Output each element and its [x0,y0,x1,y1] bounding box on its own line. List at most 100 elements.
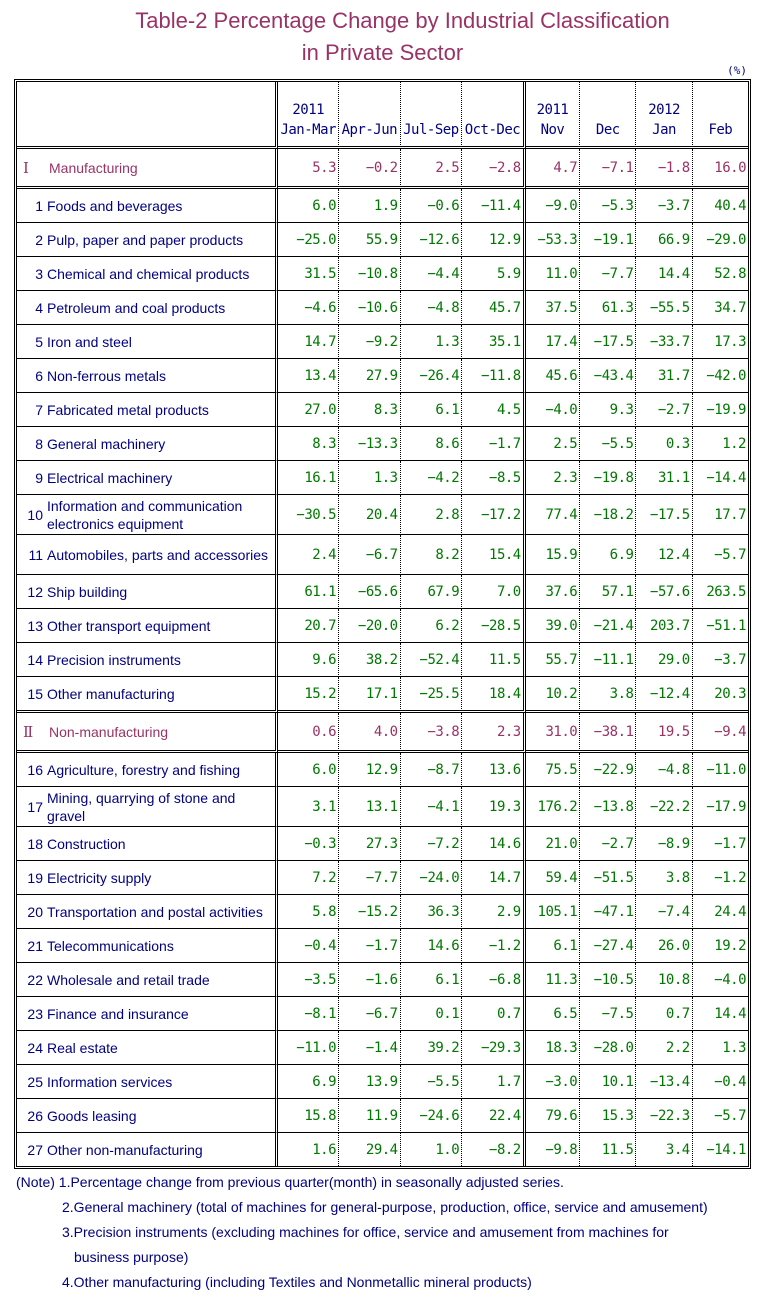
value-cell: 20.4 [339,495,401,535]
row-number: 23 [27,1005,43,1022]
data-table: 2011 Jan-Mar Apr-Jun Jul-Sep Oct-Dec 2011 Nov D… [14,79,751,1169]
value-cell: 176.2 [525,787,581,827]
value-cell: 2.8 [400,495,463,535]
value-cell: −13.4 [636,1065,693,1099]
value-cell: 6.2 [400,609,463,643]
value-cell: 31.1 [636,461,693,495]
value-cell: −4.4 [400,257,463,291]
value-cell: −22.3 [636,1099,693,1133]
value-cell: 15.3 [580,1099,637,1133]
row-name: Iron and steel [47,333,132,350]
value-cell: 18.3 [525,1031,581,1065]
column-header-year: 2012 [648,102,680,118]
row-name: Non-ferrous metals [47,367,167,384]
value-cell: −6.8 [462,963,526,997]
section-row: Ⅱ Non-manufacturing 0.6 4.0 −3.8 2.3 31.0 −38.1… [17,713,748,753]
value-cell: 11.9 [339,1099,401,1133]
table-row: 25 Information services 6.9 13.9 −5.5 1.7 −3.0… [17,1065,748,1099]
row-name: Electrical machinery [47,469,173,486]
row-name: Real estate [47,1039,118,1056]
table-row: 11 Automobiles, parts and accessories 2.4−… [17,535,748,575]
value-cell: 5.9 [462,257,526,291]
value-cell: 15.2 [278,677,340,713]
value-cell: −21.4 [580,609,637,643]
value-cell: 0.6 [278,713,340,753]
column-header-year [580,100,635,120]
value-cell: −2.7 [580,827,637,861]
value-cell: −1.2 [692,861,748,895]
notes: (Note) 1.Percentage change from previous… [16,1170,708,1295]
value-cell: −43.4 [580,359,637,393]
column-header: Feb [692,82,748,149]
value-cell: −0.6 [400,189,463,223]
value-cell: 12.9 [339,753,401,787]
table-header-row: 2011 Jan-Mar Apr-Jun Jul-Sep Oct-Dec 2011 Nov D… [17,82,748,149]
value-cell: 7.0 [462,575,526,609]
value-cell: −18.2 [580,495,637,535]
value-cell: 20.3 [692,677,748,713]
header-corner-cell [17,82,279,149]
row-label: 5 Iron and steel [17,325,279,359]
row-label: 9 Electrical machinery [17,461,279,495]
value-cell: 77.4 [525,495,581,535]
value-cell: 15.8 [278,1099,340,1133]
value-cell: −4.8 [400,291,463,325]
value-cell: 6.1 [400,963,463,997]
value-cell: −1.2 [462,929,526,963]
row-number: 2 [35,231,43,248]
value-cell: 14.7 [278,325,340,359]
value-cell: 6.9 [580,535,637,575]
row-name: Agriculture, forestry and fishing [47,761,240,778]
value-cell: 6.0 [278,189,340,223]
row-number: 14 [27,651,43,668]
value-cell: −29.0 [692,223,748,257]
value-cell: 263.5 [692,575,748,609]
row-label: 6 Non-ferrous metals [17,359,279,393]
value-cell: −11.0 [278,1031,340,1065]
value-cell: 6.0 [278,753,340,787]
value-cell: 19.5 [636,713,693,753]
table-row: 27 Other non-manufacturing 1.6 29.4 1.0 −8.2−… [17,1133,748,1166]
value-cell: 16.1 [278,461,340,495]
row-name: Pulp, paper and paper products [47,231,244,248]
value-cell: −4.0 [525,393,581,427]
value-cell: −19.8 [580,461,637,495]
value-cell: 0.3 [636,427,693,461]
row-name: Telecommunications [47,937,174,954]
table-row: 4 Petroleum and coal products −4.6 −10.6 −4.… [17,291,748,325]
value-cell: 34.7 [692,291,748,325]
row-label: 3 Chemical and chemical products [17,257,279,291]
value-cell: −1.7 [462,427,526,461]
table-row: 8 General machinery 8.3 −13.3 8.6 −1.7 2.5 −5.5… [17,427,748,461]
row-label: 24 Real estate [17,1031,279,1065]
value-cell: −0.3 [278,827,340,861]
value-cell: −7.1 [580,149,637,189]
section-name: Manufacturing [49,159,138,176]
value-cell: −27.4 [580,929,637,963]
value-cell: −3.8 [400,713,463,753]
value-cell: −15.2 [339,895,401,929]
row-label: 22 Wholesale and retail trade [17,963,279,997]
value-cell: 15.4 [462,535,526,575]
column-header: 2011 Nov [525,82,581,149]
value-cell: −1.6 [339,963,401,997]
value-cell: −38.1 [580,713,637,753]
row-label: 17 Mining, quarrying of stone and gravel [17,787,279,827]
column-header-period: Feb [708,122,733,138]
value-cell: −13.8 [580,787,637,827]
value-cell: 105.1 [525,895,581,929]
value-cell: −30.5 [278,495,340,535]
row-label: 15 Other manufacturing [17,677,279,713]
value-cell: 0.1 [400,997,463,1031]
value-cell: 11.0 [525,257,581,291]
value-cell: 1.0 [401,1133,463,1166]
row-number: 10 [27,506,43,523]
value-cell: 29.4 [339,1133,401,1166]
value-cell: 40.4 [692,189,748,223]
row-number: 3 [35,265,43,282]
value-cell: 1.7 [462,1065,526,1099]
row-label: 8 General machinery [17,427,279,461]
value-cell: 14.6 [400,929,463,963]
row-label: 1 Foods and beverages [17,189,279,223]
table-row: 16 Agriculture, forestry and fishing 6.0 12… [17,753,748,787]
